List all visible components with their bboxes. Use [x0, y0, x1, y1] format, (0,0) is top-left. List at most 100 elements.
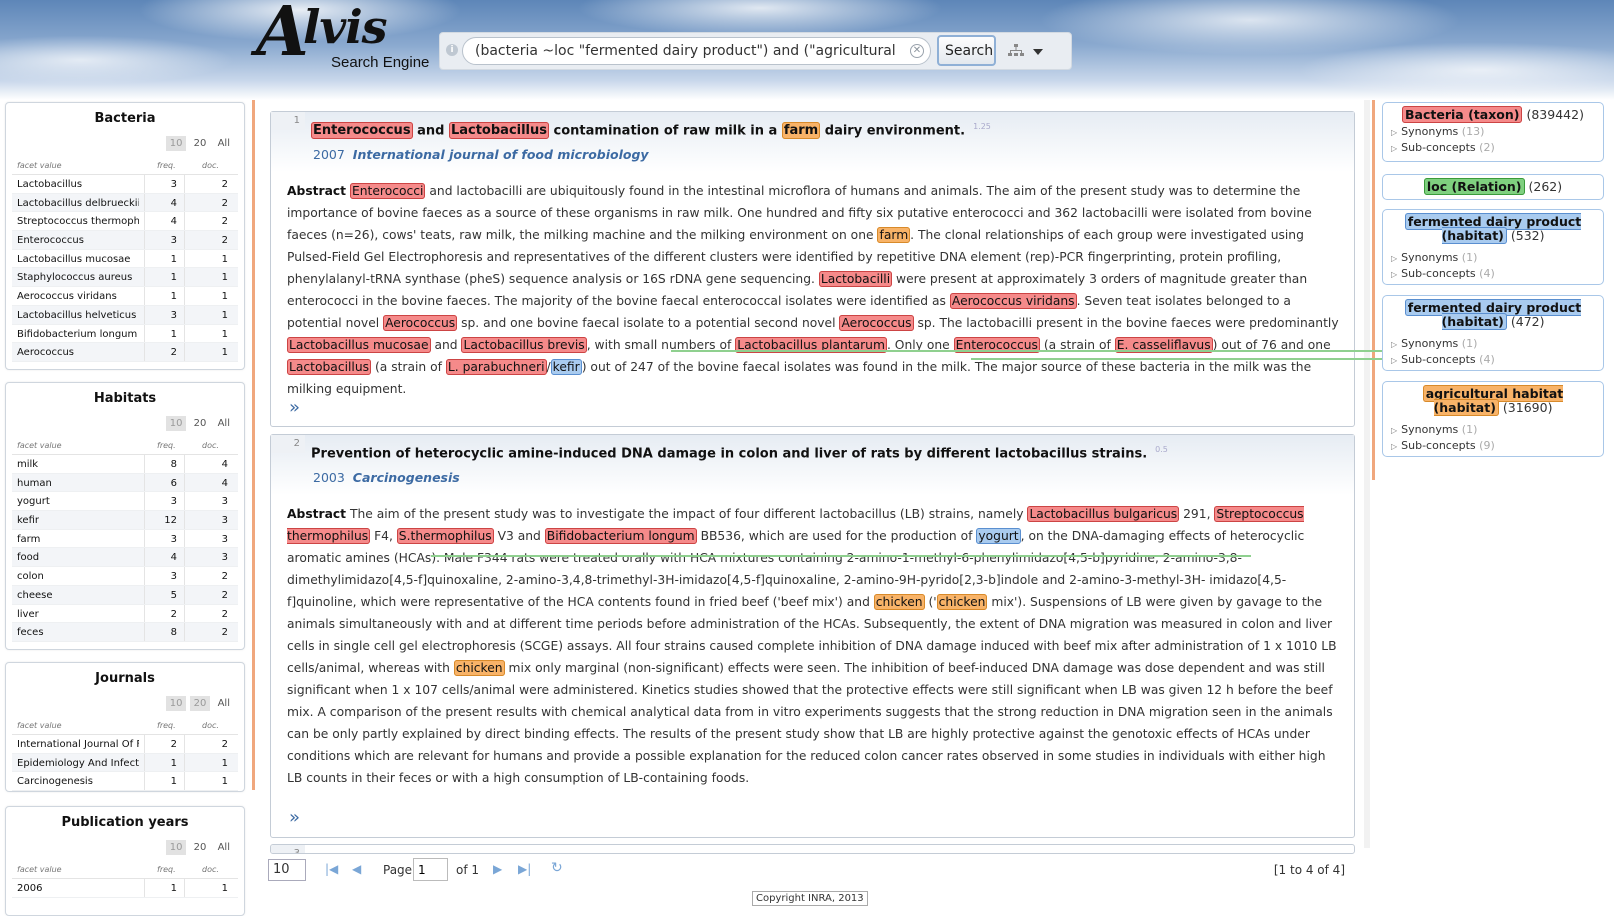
facet-row[interactable]: cheese 5 2 — [12, 585, 238, 605]
bacteria-annotation[interactable]: Lactobacillus bulgaricus — [1027, 506, 1180, 522]
size-10[interactable]: 10 — [165, 136, 187, 151]
facet-row[interactable]: Lactobacillus mucosae 1 1 — [12, 249, 238, 269]
facet-value[interactable]: human — [17, 478, 139, 489]
synonyms-toggle[interactable]: ▷ Synonyms (1) — [1391, 251, 1603, 264]
facet-value[interactable]: Epidemiology And Infection — [17, 758, 139, 769]
next-page-icon[interactable]: ▶ — [493, 862, 502, 876]
refresh-icon[interactable]: ↻ — [551, 860, 563, 876]
clear-icon[interactable]: ✕ — [910, 44, 924, 58]
facet-row[interactable]: human 6 4 — [12, 473, 238, 493]
col-freq[interactable]: freq. — [157, 161, 176, 170]
doc-title[interactable]: Enterococcus and Lactobacillus contamina… — [311, 122, 991, 140]
facet-value[interactable]: Aerococcus — [17, 347, 139, 358]
dairy-annotation[interactable]: yogurt — [976, 528, 1021, 544]
bacteria-annotation[interactable]: L. parabuchneri — [445, 359, 547, 375]
bacteria-annotation[interactable]: Lactobacillus mucosae — [287, 337, 431, 353]
facet-value[interactable]: International Journal Of Food Microbiolo… — [17, 739, 139, 750]
facet-row[interactable]: Aerococcus viridans 1 1 — [12, 287, 238, 306]
facet-row[interactable]: Aerococcus 2 1 — [12, 343, 238, 362]
facet-row[interactable]: Streptococcus thermophilus 4 2 — [12, 212, 238, 232]
facet-row[interactable]: Bifidobacterium longum 1 1 — [12, 324, 238, 344]
facet-row[interactable]: liver 2 2 — [12, 604, 238, 624]
habitat-annotation[interactable]: chicken — [873, 594, 925, 610]
col-freq[interactable]: freq. — [157, 441, 176, 450]
right-panel-splitter[interactable] — [1372, 100, 1375, 480]
bacteria-annotation[interactable]: Aerococcus — [839, 315, 914, 331]
facet-row[interactable]: Lactobacillus delbrueckii 4 2 — [12, 193, 238, 213]
facet-value[interactable]: Streptococcus thermophilus — [17, 216, 139, 227]
facet-row[interactable]: yogurt 3 3 — [12, 492, 238, 512]
synonyms-toggle[interactable]: ▷ Synonyms (13) — [1391, 125, 1603, 138]
col-value[interactable]: facet value — [17, 865, 62, 874]
col-value[interactable]: facet value — [17, 441, 62, 450]
doc-journal[interactable]: Carcinogenesis — [353, 470, 460, 485]
facet-row[interactable]: Lactobacillus helveticus 3 1 — [12, 305, 238, 325]
bacteria-annotation[interactable]: Lactobacillus — [287, 359, 372, 375]
size-10[interactable]: 10 — [165, 840, 187, 855]
facet-value[interactable]: Staphylococcus aureus — [17, 272, 139, 283]
facet-value[interactable]: 2006 — [17, 883, 139, 894]
facet-row[interactable]: Lactobacillus 3 2 — [12, 175, 238, 194]
subconcepts-toggle[interactable]: ▷ Sub-concepts (2) — [1391, 141, 1603, 154]
page-size-select[interactable]: 10 — [268, 859, 306, 881]
facet-row[interactable]: Carcinogenesis 1 1 — [12, 772, 238, 792]
habitat-annotation[interactable]: chicken — [453, 660, 505, 676]
facet-value[interactable]: farm — [17, 534, 139, 545]
bacteria-annotation[interactable]: Lactobacillus — [448, 122, 550, 140]
size-20[interactable]: 20 — [189, 696, 211, 711]
last-page-icon[interactable]: ▶| — [518, 862, 531, 876]
facet-value[interactable]: milk — [17, 459, 139, 470]
facet-row[interactable]: milk 8 4 — [12, 455, 238, 474]
chevron-down-icon[interactable] — [1033, 49, 1043, 55]
query-term-chip[interactable]: Bacteria (taxon) — [1402, 106, 1523, 123]
facet-value[interactable]: food — [17, 552, 139, 563]
habitat-annotation[interactable]: farm — [877, 227, 911, 243]
col-freq[interactable]: freq. — [157, 865, 176, 874]
sitemap-icon[interactable] — [1008, 44, 1024, 58]
search-button[interactable]: Search — [937, 35, 996, 66]
facet-value[interactable]: Aerococcus viridans — [17, 291, 139, 302]
query-term-chip[interactable]: loc (Relation) — [1423, 178, 1525, 195]
size-all[interactable]: All — [214, 136, 234, 151]
facet-row[interactable]: Epidemiology And Infection 1 1 — [12, 753, 238, 773]
results-scrollbar[interactable] — [1364, 100, 1370, 848]
facet-row[interactable]: Enterococcus 3 2 — [12, 231, 238, 250]
search-input[interactable] — [462, 37, 931, 65]
bacteria-annotation[interactable]: Lactobacillus brevis — [461, 337, 587, 353]
bacteria-annotation[interactable]: Enterococci — [349, 183, 426, 199]
bacteria-annotation[interactable]: S.thermophilus — [396, 528, 494, 544]
doc-journal[interactable]: International journal of food microbiolo… — [353, 147, 649, 162]
bacteria-annotation[interactable]: Enterococcus — [311, 122, 413, 140]
habitat-annotation[interactable]: farm — [781, 122, 821, 140]
expand-icon[interactable]: » — [289, 807, 300, 828]
query-term-chip[interactable]: fermented dairy product (habitat) — [1404, 299, 1582, 330]
subconcepts-toggle[interactable]: ▷ Sub-concepts (4) — [1391, 353, 1603, 366]
synonyms-toggle[interactable]: ▷ Synonyms (1) — [1391, 337, 1603, 350]
dairy-annotation[interactable]: kefir — [550, 359, 582, 375]
facet-row[interactable]: food 4 3 — [12, 548, 238, 568]
alvis-logo[interactable]: A lvis Search Engine — [256, 0, 436, 72]
info-icon[interactable]: i — [446, 44, 458, 56]
facet-row[interactable]: feces 8 2 — [12, 623, 238, 642]
col-value[interactable]: facet value — [17, 161, 62, 170]
facet-value[interactable]: Carcinogenesis — [17, 776, 139, 787]
facet-value[interactable]: kefir — [17, 515, 139, 526]
facet-row[interactable]: farm 3 3 — [12, 529, 238, 549]
col-doc[interactable]: doc. — [202, 721, 219, 730]
facet-value[interactable]: Lactobacillus delbrueckii — [17, 198, 139, 209]
size-20[interactable]: 20 — [190, 416, 211, 431]
size-20[interactable]: 20 — [190, 136, 211, 151]
query-term-chip[interactable]: fermented dairy product (habitat) — [1404, 213, 1582, 244]
left-panel-splitter[interactable] — [252, 100, 255, 790]
col-doc[interactable]: doc. — [202, 865, 219, 874]
facet-value[interactable]: liver — [17, 609, 139, 620]
size-10[interactable]: 10 — [165, 696, 187, 711]
facet-row[interactable]: colon 3 2 — [12, 567, 238, 586]
facet-value[interactable]: Lactobacillus helveticus — [17, 310, 139, 321]
facet-value[interactable]: Lactobacillus mucosae — [17, 254, 139, 265]
col-freq[interactable]: freq. — [157, 721, 176, 730]
facet-row[interactable]: Staphylococcus aureus 1 1 — [12, 268, 238, 288]
first-page-icon[interactable]: |◀ — [325, 862, 338, 876]
col-value[interactable]: facet value — [17, 721, 62, 730]
facet-value[interactable]: yogurt — [17, 496, 139, 507]
